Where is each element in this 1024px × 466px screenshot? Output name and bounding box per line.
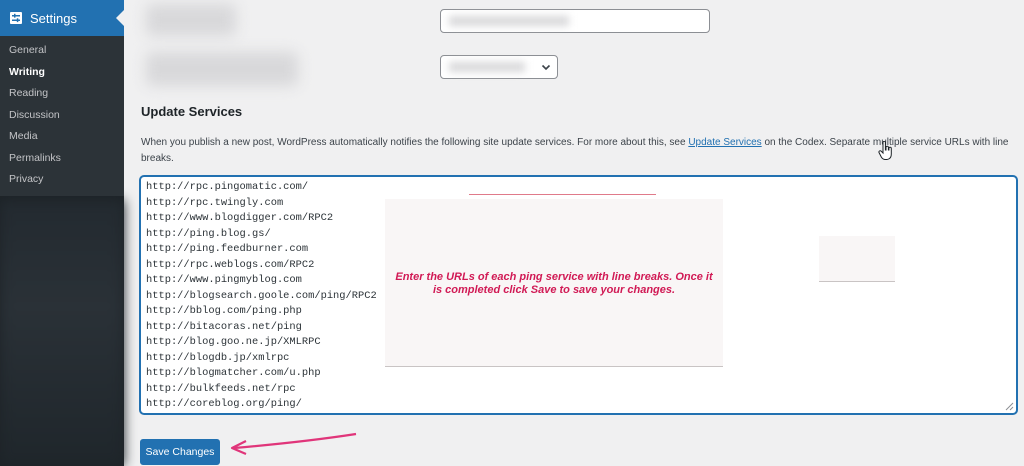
submenu-item-writing[interactable]: Writing (0, 62, 124, 84)
ping-url-line: http://rpc.twingly.com (146, 196, 284, 209)
ping-url-line: http://ping.blog.gs/ (146, 227, 271, 240)
ping-url-line: http://rpc.pingomatic.com/ (146, 181, 309, 193)
annotation-box: Enter the URLs of each ping service with… (385, 199, 723, 367)
hand-pointer-cursor-icon (878, 141, 892, 160)
ping-url-line: http://bulkfeeds.net/rpc (146, 382, 296, 395)
blurred-text-input[interactable] (440, 9, 710, 33)
submenu-item-media[interactable]: Media (0, 126, 124, 148)
settings-submenu: General Writing Reading Discussion Media… (0, 36, 124, 196)
menu-settings[interactable]: Settings (0, 0, 124, 36)
ping-url-line: http://blogdb.jp/xmlrpc (146, 351, 290, 364)
annotation-note: Enter the URLs of each ping service with… (395, 271, 713, 296)
blurred-select-value (449, 62, 525, 72)
annotation-arrow-icon (230, 432, 357, 456)
description-text: When you publish a new post, WordPress a… (141, 137, 689, 148)
section-title: Update Services (141, 104, 243, 119)
ping-url-line: http://ping.feedburner.com (146, 243, 309, 255)
annotation-small-box (819, 236, 895, 282)
ping-url-line: http://blogsearch.goole.com/ping/RPC2 (146, 289, 377, 302)
submenu-item-privacy[interactable]: Privacy (0, 169, 124, 191)
menu-settings-label: Settings (30, 10, 77, 26)
ping-url-line: http://bitacoras.net/ping (146, 320, 302, 333)
chevron-down-icon (541, 64, 551, 71)
save-changes-button[interactable]: Save Changes (140, 439, 220, 465)
blurred-select[interactable] (440, 55, 558, 79)
submenu-item-reading[interactable]: Reading (0, 83, 124, 105)
submenu-item-general[interactable]: General (0, 40, 124, 62)
current-menu-pointer (116, 10, 124, 26)
ping-url-line: http://www.blogdigger.com/RPC2 (146, 212, 334, 224)
ping-url-line: http://www.pingmyblog.com (146, 274, 302, 286)
sidebar-blurred-area (0, 200, 124, 466)
blurred-field-label (146, 52, 298, 86)
ping-url-line: http://blogmatcher.com/u.php (146, 367, 321, 379)
settings-sliders-icon (10, 12, 22, 24)
ping-url-line: http://coreblog.org/ping/ (146, 398, 302, 410)
settings-main: Update Services When you publish a new p… (124, 0, 1024, 466)
ping-url-line: http://blog.goo.ne.jp/XMLRPC (146, 336, 321, 348)
blurred-field-label (146, 4, 236, 36)
annotation-underline (469, 194, 656, 195)
ping-url-line: http://rpc.weblogs.com/RPC2 (146, 258, 315, 271)
submenu-item-discussion[interactable]: Discussion (0, 105, 124, 127)
resize-handle-icon[interactable] (1004, 401, 1014, 411)
update-services-link[interactable]: Update Services (688, 137, 761, 148)
ping-url-list: http://rpc.pingomatic.com/http://rpc.twi… (146, 180, 377, 413)
submenu-item-permalinks[interactable]: Permalinks (0, 148, 124, 170)
ping-url-line: http://bblog.com/ping.php (146, 305, 302, 317)
blurred-input-value (449, 16, 569, 26)
admin-sidebar: Settings General Writing Reading Discuss… (0, 0, 124, 466)
